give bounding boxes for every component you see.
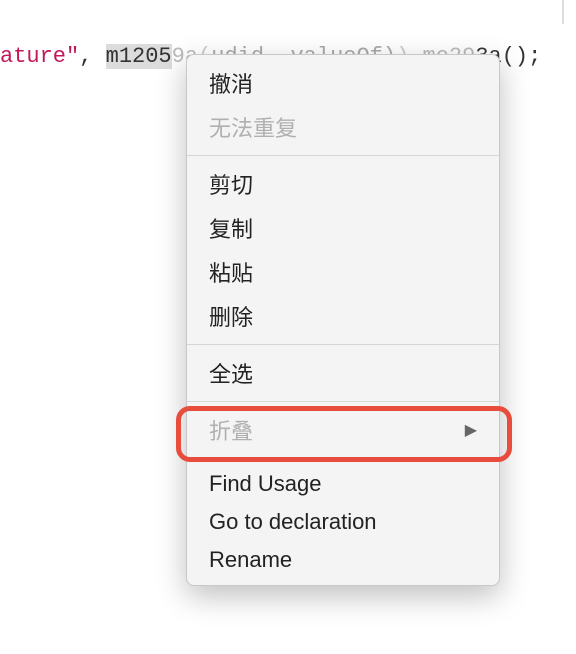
code-call-end: (); xyxy=(502,44,542,69)
scrollbar-divider xyxy=(562,0,564,24)
menu-redo: 无法重复 xyxy=(187,105,499,149)
code-selected-method[interactable]: m1205 xyxy=(106,44,172,69)
menu-undo-label: 撤消 xyxy=(209,67,253,99)
menu-cut[interactable]: 剪切 xyxy=(187,162,499,206)
menu-cut-label: 剪切 xyxy=(209,168,253,200)
menu-select-all[interactable]: 全选 xyxy=(187,351,499,395)
menu-paste-label: 粘贴 xyxy=(209,256,253,288)
menu-find-usage[interactable]: Find Usage xyxy=(187,465,499,503)
menu-paste[interactable]: 粘贴 xyxy=(187,250,499,294)
menu-undo[interactable]: 撤消 xyxy=(187,61,499,105)
code-string-literal: ature" xyxy=(0,44,79,69)
menu-select-all-label: 全选 xyxy=(209,357,253,389)
menu-divider xyxy=(187,401,499,402)
menu-go-to-declaration-label: Go to declaration xyxy=(209,509,377,535)
menu-find-usage-label: Find Usage xyxy=(209,471,322,497)
menu-divider xyxy=(187,458,499,459)
code-comma: , xyxy=(79,44,105,69)
menu-redo-label: 无法重复 xyxy=(209,111,297,143)
menu-delete[interactable]: 删除 xyxy=(187,294,499,338)
menu-rename-label: Rename xyxy=(209,547,292,573)
menu-divider xyxy=(187,155,499,156)
menu-fold-label: 折叠 xyxy=(209,414,253,446)
menu-go-to-declaration[interactable]: Go to declaration xyxy=(187,503,499,541)
menu-delete-label: 删除 xyxy=(209,300,253,332)
menu-fold[interactable]: 折叠 ▶ xyxy=(187,408,499,452)
menu-rename[interactable]: Rename xyxy=(187,541,499,579)
menu-divider xyxy=(187,344,499,345)
context-menu: 撤消 无法重复 剪切 复制 粘贴 删除 全选 折叠 ▶ Find Usage G… xyxy=(186,54,500,586)
menu-copy-label: 复制 xyxy=(209,212,253,244)
menu-copy[interactable]: 复制 xyxy=(187,206,499,250)
chevron-right-icon: ▶ xyxy=(465,420,477,440)
